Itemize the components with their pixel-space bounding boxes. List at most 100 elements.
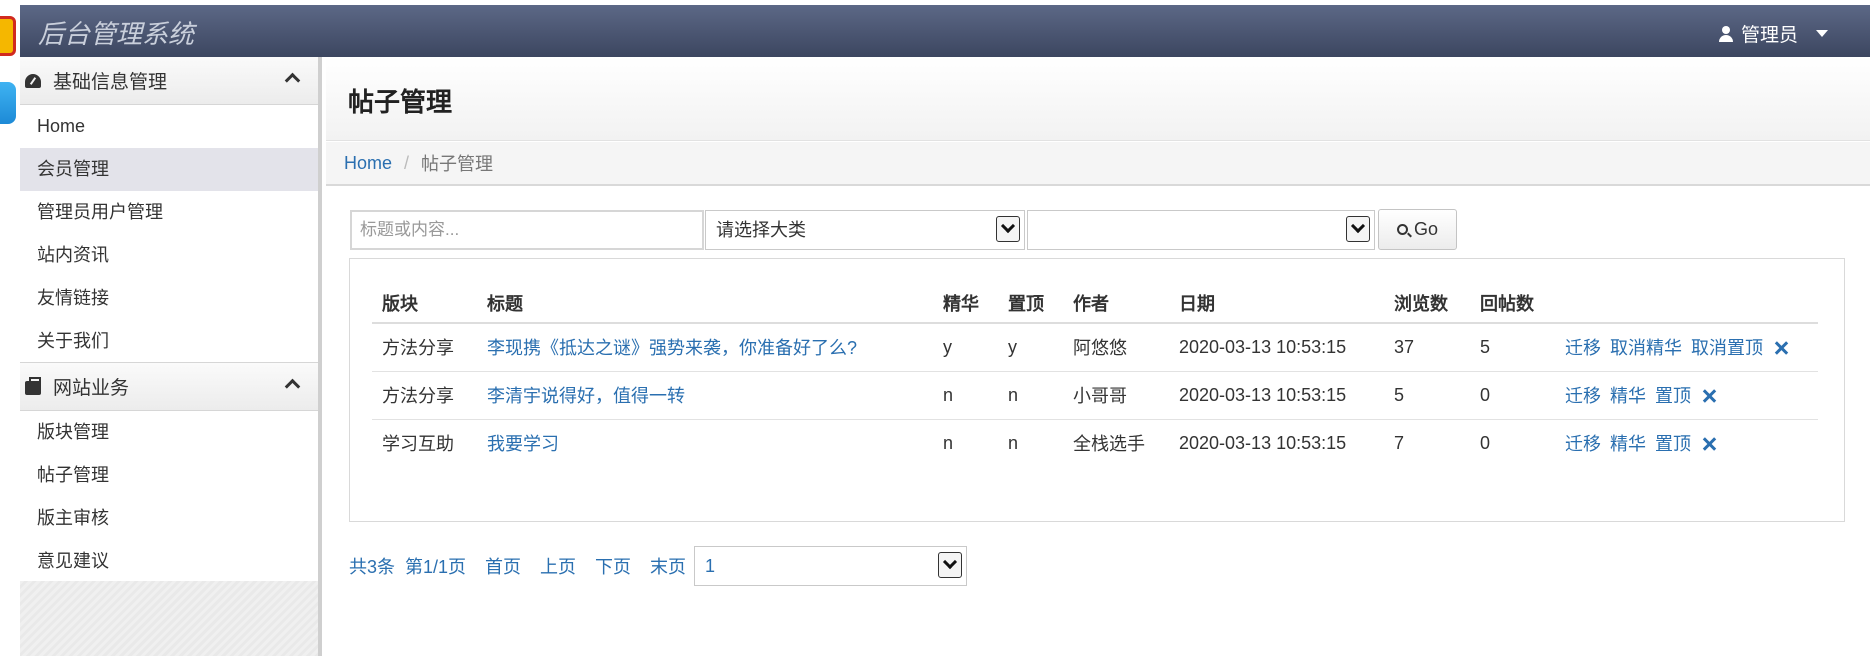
cell-author: 阿悠悠 xyxy=(1063,323,1169,372)
chevron-down-icon xyxy=(938,552,963,578)
breadcrumb-separator: / xyxy=(404,152,410,173)
post-title-link[interactable]: 李清宇说得好，值得一转 xyxy=(487,386,685,406)
chevron-down-icon xyxy=(996,216,1020,242)
desktop-app-icon[interactable] xyxy=(0,16,16,56)
sidebar-item-news[interactable]: 站内资讯 xyxy=(20,234,318,277)
cell-featured: n xyxy=(943,432,954,453)
sidebar-item-moderator-review[interactable]: 版主审核 xyxy=(20,497,318,540)
cell-views: 5 xyxy=(1384,371,1470,420)
pager-page-info: 第1/1页 xyxy=(405,557,467,577)
page-title: 帖子管理 xyxy=(348,87,453,117)
sidebar-item-home[interactable]: Home xyxy=(20,105,318,148)
breadcrumb: Home / 帖子管理 xyxy=(326,142,1870,186)
posts-table-panel: 版块 标题 精华 置顶 作者 日期 浏览数 回帖数 方法分享 李现携《抵达之谜》… xyxy=(349,258,1845,522)
delete-icon[interactable] xyxy=(1702,437,1716,451)
cell-pinned: n xyxy=(1008,432,1019,453)
pager-last-link[interactable]: 末页 xyxy=(650,553,686,579)
column-header: 回帖数 xyxy=(1470,283,1555,324)
main-content: 帖子管理 Home / 帖子管理 标题或内容... 请选择大类 Go 版块 标题… xyxy=(326,57,1870,656)
search-input[interactable]: 标题或内容... xyxy=(350,210,704,250)
category-select-value: 请选择大类 xyxy=(716,220,806,240)
cell-featured: y xyxy=(933,323,998,372)
pin-link[interactable]: 置顶 xyxy=(1655,434,1691,454)
sidebar-item-about[interactable]: 关于我们 xyxy=(20,320,318,363)
cell-replies: 0 xyxy=(1470,371,1555,420)
cell-views: 37 xyxy=(1384,323,1470,372)
sidebar-group-basic-info[interactable]: 基础信息管理 xyxy=(20,57,318,105)
post-title-link[interactable]: 我要学习 xyxy=(487,434,559,454)
cell-actions: 迁移 精华 置顶 xyxy=(1555,419,1818,467)
pager-first-link[interactable]: 首页 xyxy=(485,553,521,579)
cell-replies: 0 xyxy=(1480,432,1491,453)
column-header: 日期 xyxy=(1169,283,1384,324)
user-menu[interactable]: 管理员 xyxy=(1718,20,1828,47)
column-header: 置顶 xyxy=(998,283,1063,324)
column-header: 作者 xyxy=(1063,283,1169,324)
feature-link[interactable]: 精华 xyxy=(1610,434,1646,454)
sidebar-item-feedback[interactable]: 意见建议 xyxy=(20,540,318,583)
cell-featured: n xyxy=(933,371,998,420)
sidebar-group-label: 基础信息管理 xyxy=(53,72,168,93)
cell-board: 方法分享 xyxy=(372,371,477,420)
sidebar-group-business[interactable]: 网站业务 xyxy=(20,363,318,411)
column-header: 精华 xyxy=(933,283,998,324)
breadcrumb-home-link[interactable]: Home xyxy=(344,153,392,174)
cell-date: 2020-03-13 10:53:15 xyxy=(1169,371,1384,420)
table-row: 方法分享 李现携《抵达之谜》强势来袭，你准备好了么? y y 阿悠悠 2020-… xyxy=(372,323,1818,372)
briefcase-icon xyxy=(25,376,41,395)
chevron-down-icon xyxy=(1346,216,1370,242)
subcategory-select[interactable] xyxy=(1027,210,1375,250)
table-row: 方法分享 李清宇说得好，值得一转 n n 小哥哥 2020-03-13 10:5… xyxy=(372,371,1818,420)
page-select-value: 1 xyxy=(705,556,716,576)
sidebar-item-members[interactable]: 会员管理 xyxy=(20,148,318,191)
page-header: 帖子管理 xyxy=(326,57,1870,141)
pin-link[interactable]: 置顶 xyxy=(1655,386,1691,406)
dashboard-icon xyxy=(25,73,41,88)
page-select[interactable]: 1 xyxy=(694,546,968,586)
move-link[interactable]: 迁移 xyxy=(1565,338,1601,358)
feature-link[interactable]: 精华 xyxy=(1610,386,1646,406)
cell-author: 全栈选手 xyxy=(1073,434,1145,455)
cell-views: 7 xyxy=(1394,432,1405,453)
sidebar-item-links[interactable]: 友情链接 xyxy=(20,277,318,320)
app-title: 后台管理系统 xyxy=(38,20,195,50)
go-label: Go xyxy=(1413,219,1438,239)
column-header: 浏览数 xyxy=(1384,283,1470,324)
category-select[interactable]: 请选择大类 xyxy=(705,210,1025,250)
post-title-link[interactable]: 李现携《抵达之谜》强势来袭，你准备好了么? xyxy=(487,338,857,358)
cell-author: 小哥哥 xyxy=(1063,371,1169,420)
move-link[interactable]: 迁移 xyxy=(1565,386,1601,406)
caret-down-icon xyxy=(1816,30,1828,37)
delete-icon[interactable] xyxy=(1774,341,1788,355)
cell-date: 2020-03-13 10:53:15 xyxy=(1179,432,1347,453)
user-label: 管理员 xyxy=(1740,25,1798,46)
chevron-up-icon[interactable] xyxy=(284,72,301,89)
go-button[interactable]: Go xyxy=(1378,209,1457,250)
pager-next-link[interactable]: 下页 xyxy=(595,553,631,579)
top-navbar: 后台管理系统 管理员 xyxy=(20,5,1870,57)
desktop-strip xyxy=(0,0,20,656)
sidebar-group-label: 网站业务 xyxy=(53,378,130,399)
cell-board: 方法分享 xyxy=(372,323,477,372)
breadcrumb-current: 帖子管理 xyxy=(421,154,494,174)
unpin-link[interactable]: 取消置顶 xyxy=(1691,338,1763,358)
move-link[interactable]: 迁移 xyxy=(1565,434,1601,454)
column-header: 标题 xyxy=(477,283,933,324)
pager-prev-link[interactable]: 上页 xyxy=(540,553,576,579)
sidebar-item-admin-users[interactable]: 管理员用户管理 xyxy=(20,191,318,234)
cell-actions: 迁移 精华 置顶 xyxy=(1555,371,1818,420)
column-header: 版块 xyxy=(372,283,477,324)
sidebar-filler xyxy=(20,581,318,656)
chevron-up-icon[interactable] xyxy=(284,378,301,395)
sidebar: 基础信息管理 Home 会员管理 管理员用户管理 站内资讯 友情链接 关于我们 … xyxy=(20,57,322,656)
table-header-row: 版块 标题 精华 置顶 作者 日期 浏览数 回帖数 xyxy=(372,283,1818,324)
desktop-app-icon[interactable] xyxy=(0,82,16,124)
sidebar-item-posts[interactable]: 帖子管理 xyxy=(20,454,318,497)
pager-total: 共3条 xyxy=(349,557,396,577)
table-row: 学习互助 我要学习 n n 全栈选手 2020-03-13 10:53:15 7… xyxy=(372,419,1818,467)
delete-icon[interactable] xyxy=(1702,389,1716,403)
unfeature-link[interactable]: 取消精华 xyxy=(1610,338,1682,358)
cell-actions: 迁移 取消精华 取消置顶 xyxy=(1555,323,1818,372)
cell-board: 学习互助 xyxy=(382,434,454,455)
sidebar-item-boards[interactable]: 版块管理 xyxy=(20,411,318,454)
